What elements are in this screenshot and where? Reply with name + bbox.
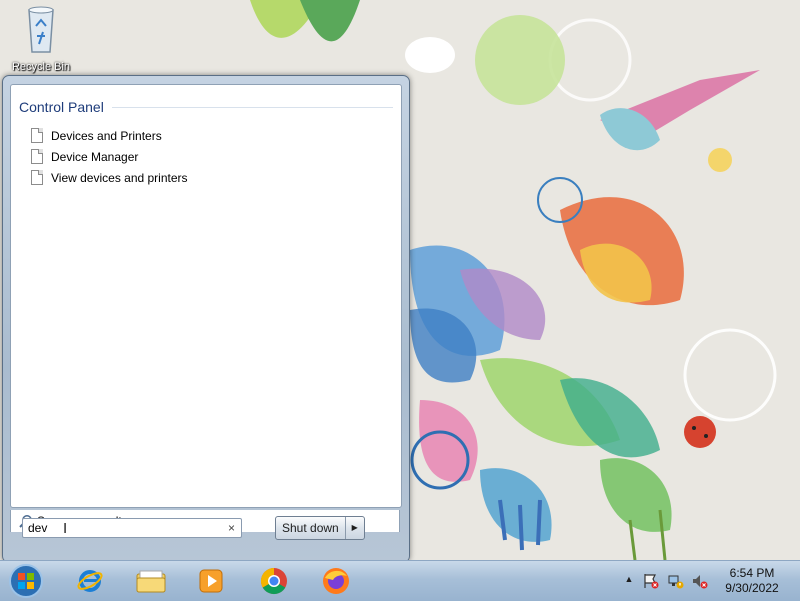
recycle-bin[interactable]: Recycle Bin (6, 4, 76, 73)
recycle-bin-label: Recycle Bin (11, 61, 71, 73)
media-player-button[interactable] (189, 563, 233, 599)
result-label: View devices and printers (51, 170, 188, 185)
media-player-icon (199, 569, 223, 593)
result-item-device-manager[interactable]: Device Manager (31, 146, 188, 167)
search-box: × (22, 518, 242, 538)
chrome-icon (260, 567, 287, 595)
result-item-devices-and-printers[interactable]: Devices and Printers (31, 125, 188, 146)
result-label: Device Manager (51, 149, 139, 164)
result-list: Devices and Printers Device Manager View… (31, 125, 188, 188)
shutdown-button[interactable]: Shut down (276, 517, 346, 539)
start-menu: Control Panel Devices and Printers Devic… (2, 75, 410, 563)
result-label: Devices and Printers (51, 128, 162, 143)
search-row: × I Shut down ▶ (10, 516, 400, 558)
taskbar: ▲ 6:54 PM 9/30/2022 (0, 560, 800, 601)
internet-explorer-button[interactable] (68, 563, 112, 599)
internet-explorer-icon (77, 570, 103, 592)
chrome-button[interactable] (252, 563, 296, 599)
volume-muted-icon[interactable] (692, 573, 708, 589)
clock-time: 6:54 PM (729, 566, 775, 580)
search-results-pane: Control Panel Devices and Printers Devic… (10, 84, 402, 508)
results-group-header: Control Panel (19, 99, 393, 115)
text-cursor-icon: I (63, 520, 68, 537)
document-icon (31, 128, 43, 143)
network-icon[interactable] (668, 573, 684, 589)
clear-search-icon[interactable]: × (228, 521, 235, 535)
recycle-bin-icon (28, 6, 54, 53)
firefox-icon (323, 568, 349, 594)
clock-date: 9/30/2022 (725, 581, 779, 595)
document-icon (31, 149, 43, 164)
firefox-button[interactable] (314, 563, 358, 599)
group-divider (111, 106, 393, 108)
show-hidden-icons-arrow-icon[interactable]: ▲ (621, 574, 637, 590)
shutdown-options-arrow-icon[interactable]: ▶ (346, 517, 364, 539)
start-button[interactable] (6, 562, 46, 600)
document-icon (31, 170, 43, 185)
group-title-control-panel[interactable]: Control Panel (19, 99, 104, 115)
result-item-view-devices-and-printers[interactable]: View devices and printers (31, 167, 188, 188)
action-center-flag-icon[interactable] (643, 573, 659, 589)
file-explorer-icon (136, 570, 166, 593)
search-input[interactable] (23, 519, 218, 537)
file-explorer-button[interactable] (129, 563, 173, 599)
shutdown-split-button: Shut down ▶ (275, 516, 365, 540)
system-clock[interactable]: 6:54 PM 9/30/2022 (712, 566, 792, 596)
